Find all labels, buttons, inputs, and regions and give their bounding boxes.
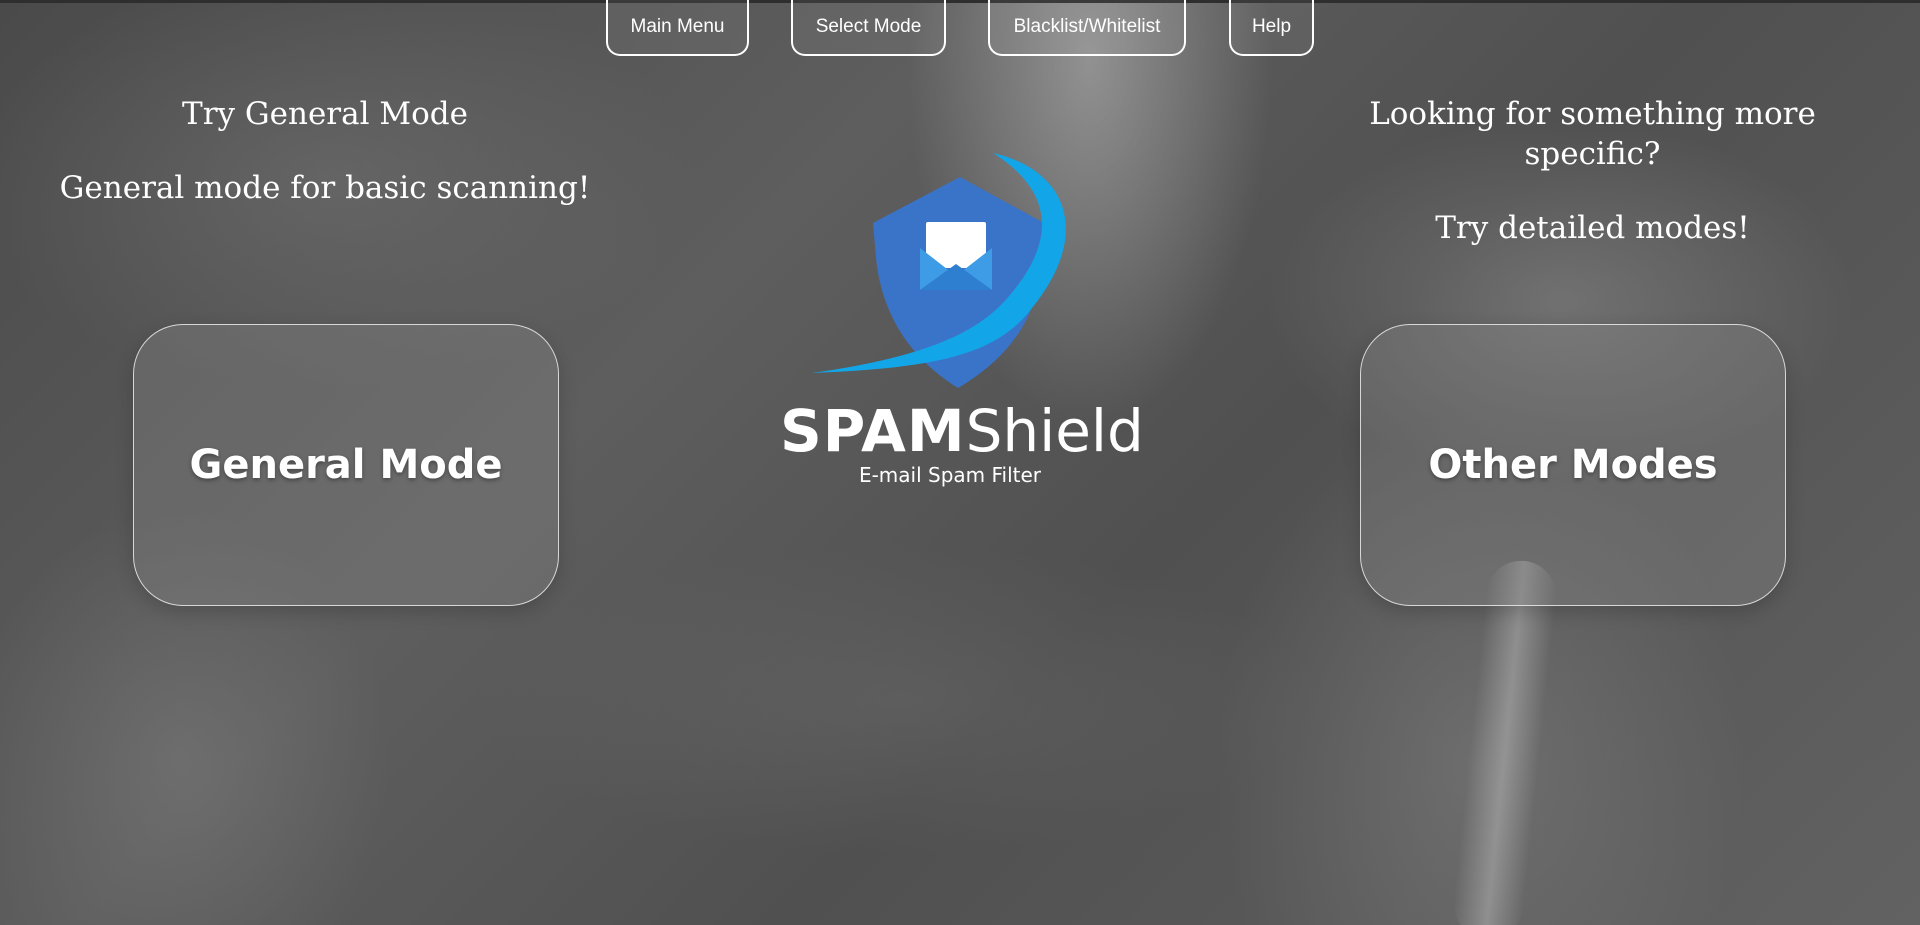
shield-envelope-icon (812, 153, 1066, 388)
brand-tagline: E-mail Spam Filter (858, 463, 1042, 487)
other-modes-button-label: Other Modes (1428, 442, 1718, 488)
top-border (0, 0, 1920, 3)
nav-main-menu-button[interactable]: Main Menu (606, 0, 749, 56)
brand-name-regular: Shield (965, 397, 1144, 465)
general-mode-heading: Try General Mode (182, 96, 468, 132)
brand-name-bold: SPAM (780, 397, 966, 465)
brand-name: SPAMShield (780, 397, 1144, 465)
general-mode-description: General mode for basic scanning! (59, 170, 591, 206)
other-modes-description: Try detailed modes! (1435, 210, 1750, 246)
other-modes-heading: Looking for something more specific? (1369, 96, 1816, 172)
nav-select-mode-button[interactable]: Select Mode (791, 0, 946, 56)
general-mode-button-label: General Mode (189, 442, 503, 488)
nav-blacklist-whitelist-button[interactable]: Blacklist/Whitelist (988, 0, 1186, 56)
general-mode-button[interactable]: General Mode (133, 324, 559, 606)
other-modes-button[interactable]: Other Modes (1360, 324, 1786, 606)
nav-help-button[interactable]: Help (1229, 0, 1314, 56)
